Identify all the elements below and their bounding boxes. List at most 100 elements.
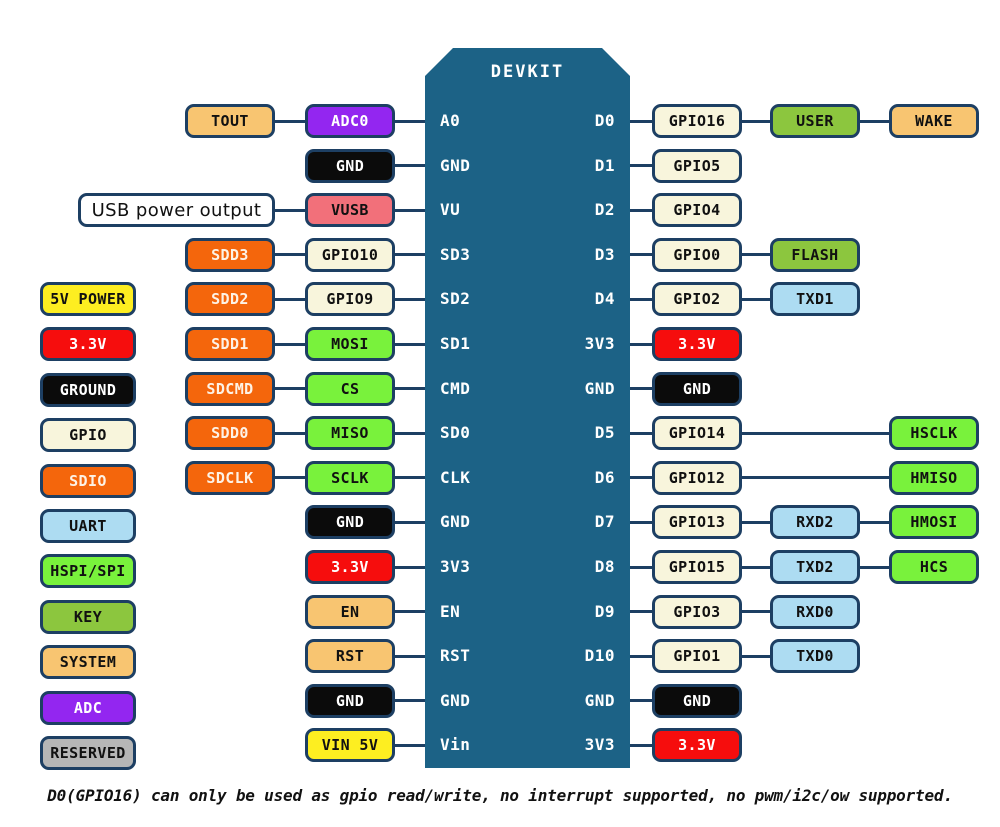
board-pin-left-vin: Vin (440, 735, 471, 755)
board-pin-right-d8: D8 (594, 557, 615, 576)
board-pin-left-sd3: SD3 (440, 244, 471, 264)
right_col_1-gpio4: GPIO4 (652, 193, 742, 228)
left_col_inner-rst: RST (305, 639, 395, 674)
footer-note: D0(GPIO16) can only be used as gpio read… (47, 786, 953, 805)
wire-inner-to-board (395, 654, 425, 658)
wire-board-to-right1 (630, 565, 652, 569)
box-label: 3.3V (678, 335, 716, 353)
box-label: RXD0 (796, 602, 834, 621)
box-label: TXD0 (796, 647, 834, 666)
box-label: SDD1 (211, 335, 249, 353)
left_col_inner-gpio9: GPIO9 (305, 282, 395, 317)
box-label: SDCLK (206, 468, 254, 487)
box-label: GPIO10 (321, 245, 379, 264)
legend-item-label: 3.3V (69, 335, 107, 354)
wire-inner-to-board (395, 431, 425, 435)
board-pin-left-sd2: SD2 (440, 289, 471, 309)
box-label: GPIO14 (668, 424, 726, 443)
box-label: GPIO15 (668, 558, 726, 576)
legend-item-label: SYSTEM (59, 653, 117, 672)
legend-item-system: SYSTEM (40, 645, 136, 680)
wire-inner-to-board (395, 520, 425, 524)
box-label: SDCMD (206, 379, 254, 398)
wire-to-right3 (860, 119, 889, 123)
wire-inner-to-board (395, 387, 425, 391)
left_col_inner-gpio10: GPIO10 (305, 237, 395, 272)
board-pin-right-d1: D1 (594, 155, 615, 175)
wire-board-to-right1 (630, 610, 652, 614)
wire-board-to-right1 (630, 699, 652, 703)
legend-item-label: ADC (73, 698, 103, 717)
left_col_inner-vusb: VUSB (305, 193, 395, 228)
legend-item-reserved: RESERVED (40, 736, 136, 770)
legend-item-uart: UART (40, 509, 136, 543)
wire-right1-to-right2 (742, 253, 770, 257)
left_col_outer-tout: TOUT (185, 104, 275, 138)
wire-outer-to-inner (275, 297, 305, 301)
wire-inner-to-board (395, 476, 425, 480)
wire-outer-to-inner (275, 431, 305, 435)
box-label: GND (682, 691, 712, 710)
legend-item-key: KEY (40, 599, 136, 634)
board-title: DEVKIT (490, 62, 565, 82)
board-pin-right-gnd: GND (584, 690, 615, 710)
right_col_2-flash: FLASH (770, 237, 860, 272)
legend-item-label: HSPI/SPI (50, 562, 126, 581)
right_col_2-txd1: TXD1 (770, 282, 860, 317)
box-label: RST (335, 647, 365, 666)
wire-right1-to-right2 (742, 119, 770, 123)
box-label: ADC0 (331, 112, 369, 130)
legend-item-5v-power: 5V POWER (40, 282, 136, 316)
left_col_inner-en: EN (305, 594, 395, 629)
wire-outer-to-inner (275, 342, 305, 346)
legend-item-gpio: GPIO (40, 418, 136, 453)
wire-right1-to-right2 (742, 297, 770, 301)
wire-inner-to-board (395, 342, 425, 346)
wire-right1-to-right2 (742, 654, 770, 658)
box-label: 3.3V (331, 558, 369, 576)
right_col_1-gpio5: GPIO5 (652, 148, 742, 183)
box-label: GND (335, 156, 365, 175)
legend-item-sdio: SDIO (40, 463, 136, 498)
board-pin-left-vu: VU (440, 200, 461, 220)
right_col_3-hsclk: HSCLK (889, 416, 979, 451)
box-label: SDD0 (211, 424, 249, 443)
box-label: HSCLK (910, 424, 958, 443)
board-pin-left-en: EN (440, 601, 461, 621)
left_col_inner-gnd: GND (305, 683, 395, 718)
board-pin-left-clk: CLK (440, 467, 471, 487)
wire-outer-to-inner (275, 119, 305, 123)
left_col_inner-sclk: SCLK (305, 460, 395, 495)
left_col_outer-sdclk: SDCLK (185, 460, 275, 495)
box-label: 3.3V (678, 736, 716, 755)
wire-inner-to-board (395, 699, 425, 703)
wire-board-to-right1 (630, 164, 652, 168)
wire-inner-to-board (395, 565, 425, 569)
box-label: GPIO12 (668, 468, 726, 487)
right_col_1-gpio2: GPIO2 (652, 282, 742, 317)
right_col_1-gpio12: GPIO12 (652, 460, 742, 495)
legend-item-label: RESERVED (50, 744, 126, 762)
right_col_1-gpio16: GPIO16 (652, 104, 742, 138)
box-label: TXD1 (796, 290, 834, 309)
legend-item-label: GPIO (69, 426, 107, 445)
board-pin-right-gnd: GND (584, 378, 615, 398)
left_col_outer-sdd2: SDD2 (185, 282, 275, 317)
box-label: SDD3 (211, 245, 249, 264)
box-label: RXD2 (796, 513, 834, 532)
wire-board-to-right1 (630, 208, 652, 212)
board-pin-right-d0: D0 (594, 111, 615, 130)
legend-item-label: 5V POWER (50, 290, 126, 308)
wire-inner-to-board (395, 253, 425, 257)
wire-inner-to-board (395, 743, 425, 747)
right_col_1-gpio15: GPIO15 (652, 550, 742, 584)
wire-right1-to-right2 (742, 520, 770, 524)
box-label: SDD2 (211, 290, 249, 309)
board-pin-right-3v3: 3V3 (584, 334, 615, 353)
board-pin-right-d7: D7 (594, 512, 615, 532)
wire-to-right3 (860, 520, 889, 524)
board-pin-left-gnd: GND (440, 155, 471, 175)
board-pin-left-sd1: SD1 (440, 334, 471, 353)
box-label: EN (340, 602, 360, 621)
left_col_inner-adc0: ADC0 (305, 104, 395, 138)
